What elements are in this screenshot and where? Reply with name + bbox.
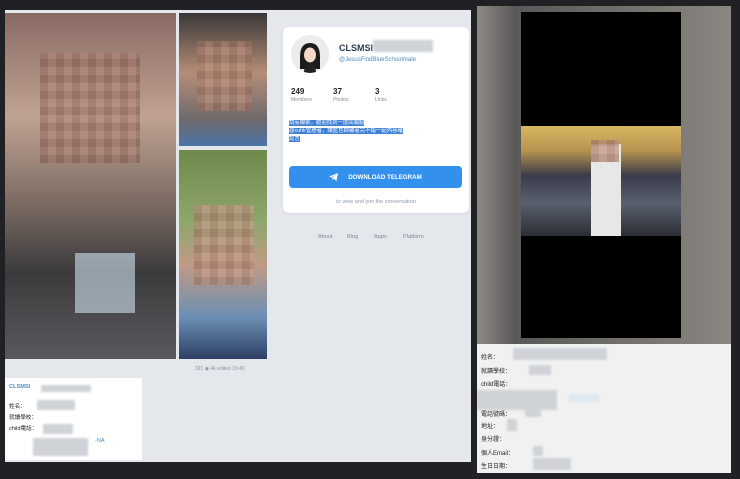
telegram-web-screenshot: 321 ◉ 4k edited 19:40 CLSMSI 姓名： 就讀學校： c… <box>5 10 471 462</box>
rfield-school: 就讀學校： <box>481 369 512 375</box>
footer-link-blog[interactable]: Blog <box>347 234 358 240</box>
stat-photos: 37 Photos <box>333 87 349 103</box>
edited-time: edited 19:40 <box>217 366 245 372</box>
rfield-email: 個人Email： <box>481 451 515 457</box>
post-meta: 321 ◉ 4k edited 19:40 <box>195 366 245 372</box>
telegram-plane-icon <box>329 173 339 181</box>
message-card: CLSMSI 姓名： 就讀學校： child電話： -NA <box>5 378 142 460</box>
rfield-address: 地址： <box>481 424 500 430</box>
video-frame <box>477 6 731 344</box>
footer-link-apps[interactable]: Apps <box>374 234 387 240</box>
rfield-child-phone: child電話： <box>481 382 512 388</box>
video-still <box>521 126 681 236</box>
views-count: 321 <box>195 366 204 372</box>
channel-avatar <box>291 35 329 73</box>
footer-link-platform[interactable]: Platform <box>403 234 424 240</box>
field-suffix: -NA <box>95 438 105 444</box>
join-tagline: to view and join the conversation <box>336 199 416 205</box>
chat-message-screenshot: 姓名： 就讀學校： child電話： 電話號碼： 地址： 身分證： 個人Emai… <box>477 6 731 473</box>
channel-handle[interactable]: @JesusFindBlueSchoolmate <box>339 57 416 63</box>
field-child-phone: child電話： <box>9 426 38 432</box>
channel-preview-card: CLSMSI @JesusFindBlueSchoolmate 249 Memb… <box>283 27 469 213</box>
message-channel-name[interactable]: CLSMSI <box>9 384 30 390</box>
rfield-name: 姓名： <box>481 355 500 361</box>
reactions-count: 4k <box>210 366 216 372</box>
rfield-id: 身分證： <box>481 437 506 443</box>
footer-link-about[interactable]: About <box>318 234 333 240</box>
collage-photo-bottom-right <box>179 150 267 359</box>
eye-icon: ◉ <box>204 366 210 372</box>
download-telegram-button[interactable]: DOWNLOAD TELEGRAM <box>289 166 462 188</box>
collage-photo-large <box>5 13 176 359</box>
stat-members: 249 Members <box>291 87 312 103</box>
rfield-phone: 電話號碼： <box>481 412 512 418</box>
channel-description: 請有線索，歡迎找到一度回報給 @cuhk管理者，讓藍色師藏者完不錯一起內容確 認… <box>289 120 403 142</box>
rfield-birthday: 生日日期： <box>481 464 512 470</box>
collage-photo-top-right <box>179 13 267 146</box>
channel-name: CLSMSI <box>339 43 374 53</box>
field-name: 姓名： <box>9 404 26 410</box>
field-school: 就讀學校： <box>9 415 37 421</box>
stat-links: 3 Links <box>375 87 387 103</box>
